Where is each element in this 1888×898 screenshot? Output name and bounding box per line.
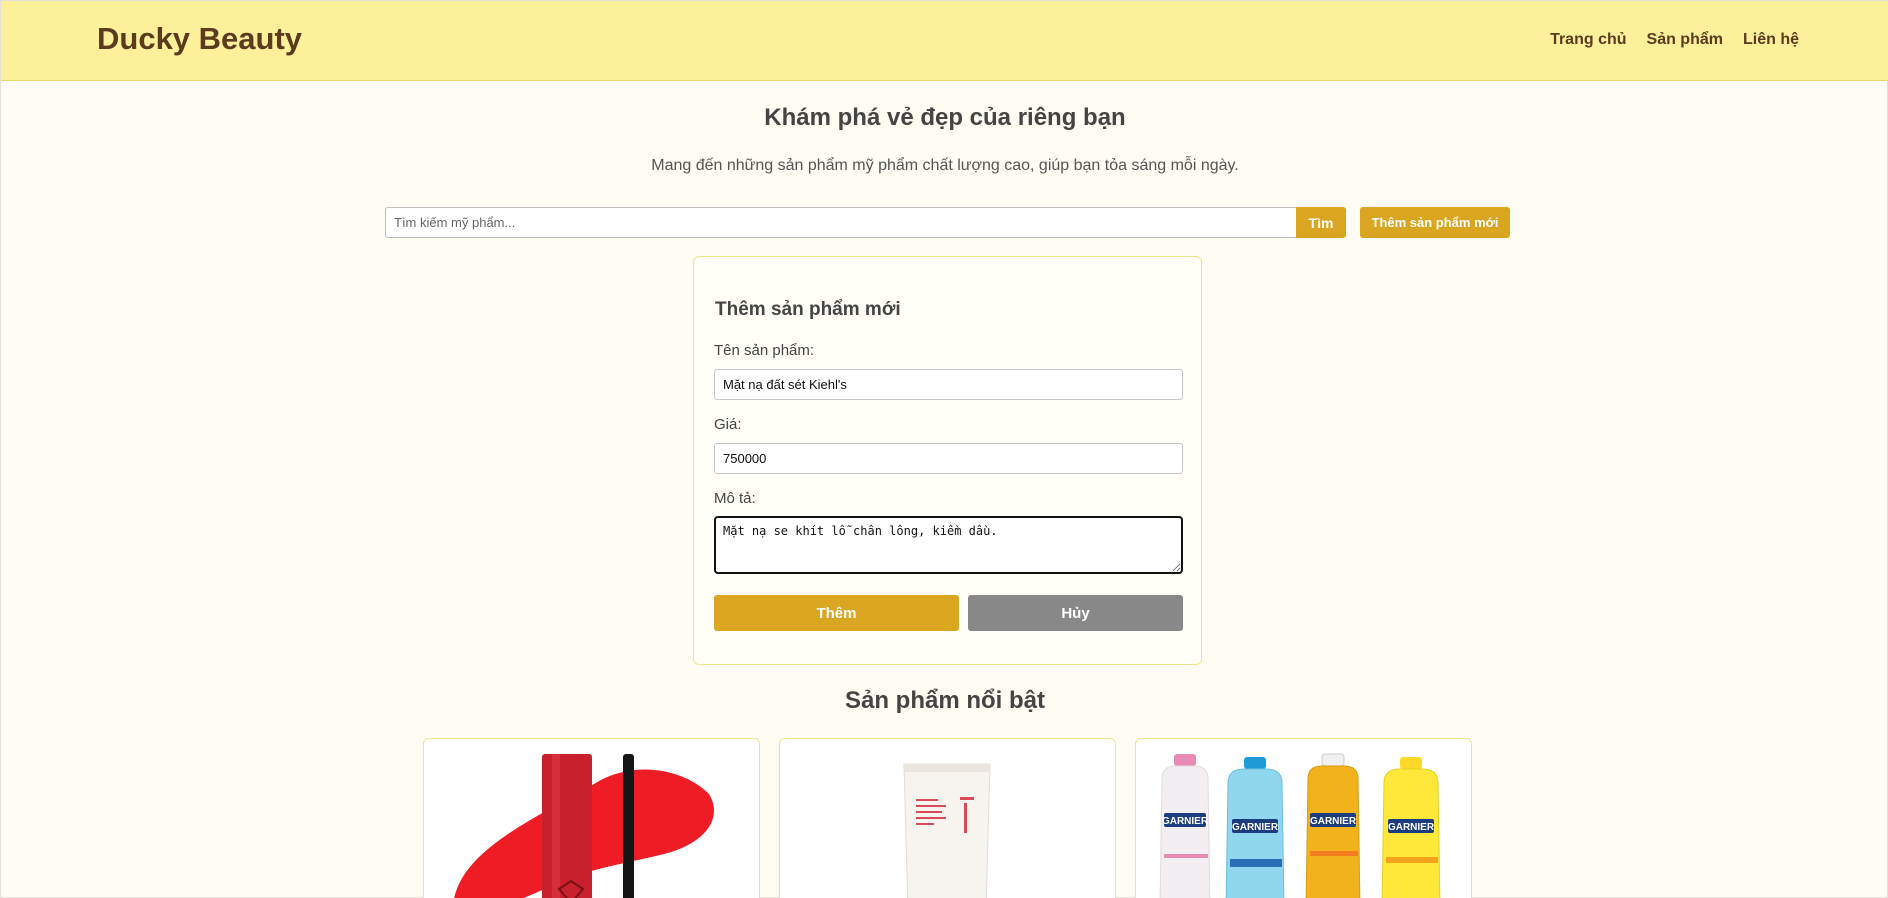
hero-title: Khám phá vẻ đẹp của riêng bạn [764,104,1126,131]
nav-link-contact[interactable]: Liên hệ [1743,31,1799,49]
form-title: Thêm sản phẩm mới [715,299,901,320]
price-field[interactable] [714,443,1183,474]
product-name-label: Tên sản phẩm: [714,342,815,359]
add-product-form: Thêm sản phẩm mới Tên sản phẩm: Giá: Mô … [693,256,1202,665]
lip-tint-product-image [454,754,714,898]
submit-button[interactable]: Thêm [714,595,959,631]
featured-products-title: Sản phẩm nổi bật [844,687,1045,714]
garnier-logo: GARNIER [1388,822,1435,833]
site-header: Ducky Beauty Trang chủ Sản phẩm Liên hệ [1,1,1888,81]
main-nav: Trang chủ Sản phẩm Liên hệ [1550,31,1799,49]
site-logo[interactable]: Ducky Beauty [97,21,302,57]
description-field[interactable]: Mặt nạ se khít lỗ chân lông, kiềm dầu. [714,516,1183,574]
hero-subtitle: Mang đến những sản phẩm mỹ phẩm chất lượ… [651,157,1239,174]
cancel-button[interactable]: Hủy [968,595,1183,631]
product-name-field[interactable] [714,369,1183,400]
garnier-logo: GARNIER [1162,816,1209,827]
nav-link-home[interactable]: Trang chủ [1550,31,1626,49]
search-button[interactable]: Tìm [1296,207,1346,238]
garnier-logo: GARNIER [1310,816,1357,827]
nav-link-products[interactable]: Sản phẩm [1647,31,1723,49]
product-card[interactable] [779,738,1116,898]
product-card[interactable] [423,738,760,898]
description-label: Mô tả: [714,490,756,507]
micellar-water-product-image: GARNIER GARNIER GARNIER GARNIER [1159,753,1441,898]
price-label: Giá: [714,416,742,433]
garnier-logo: GARNIER [1232,822,1279,833]
sunscreen-tube-product-image [903,763,991,898]
product-card[interactable]: GARNIER GARNIER GARNIER GARNIER [1135,738,1472,898]
add-product-button[interactable]: Thêm sản phẩm mới [1360,207,1510,238]
search-input[interactable] [385,207,1297,238]
